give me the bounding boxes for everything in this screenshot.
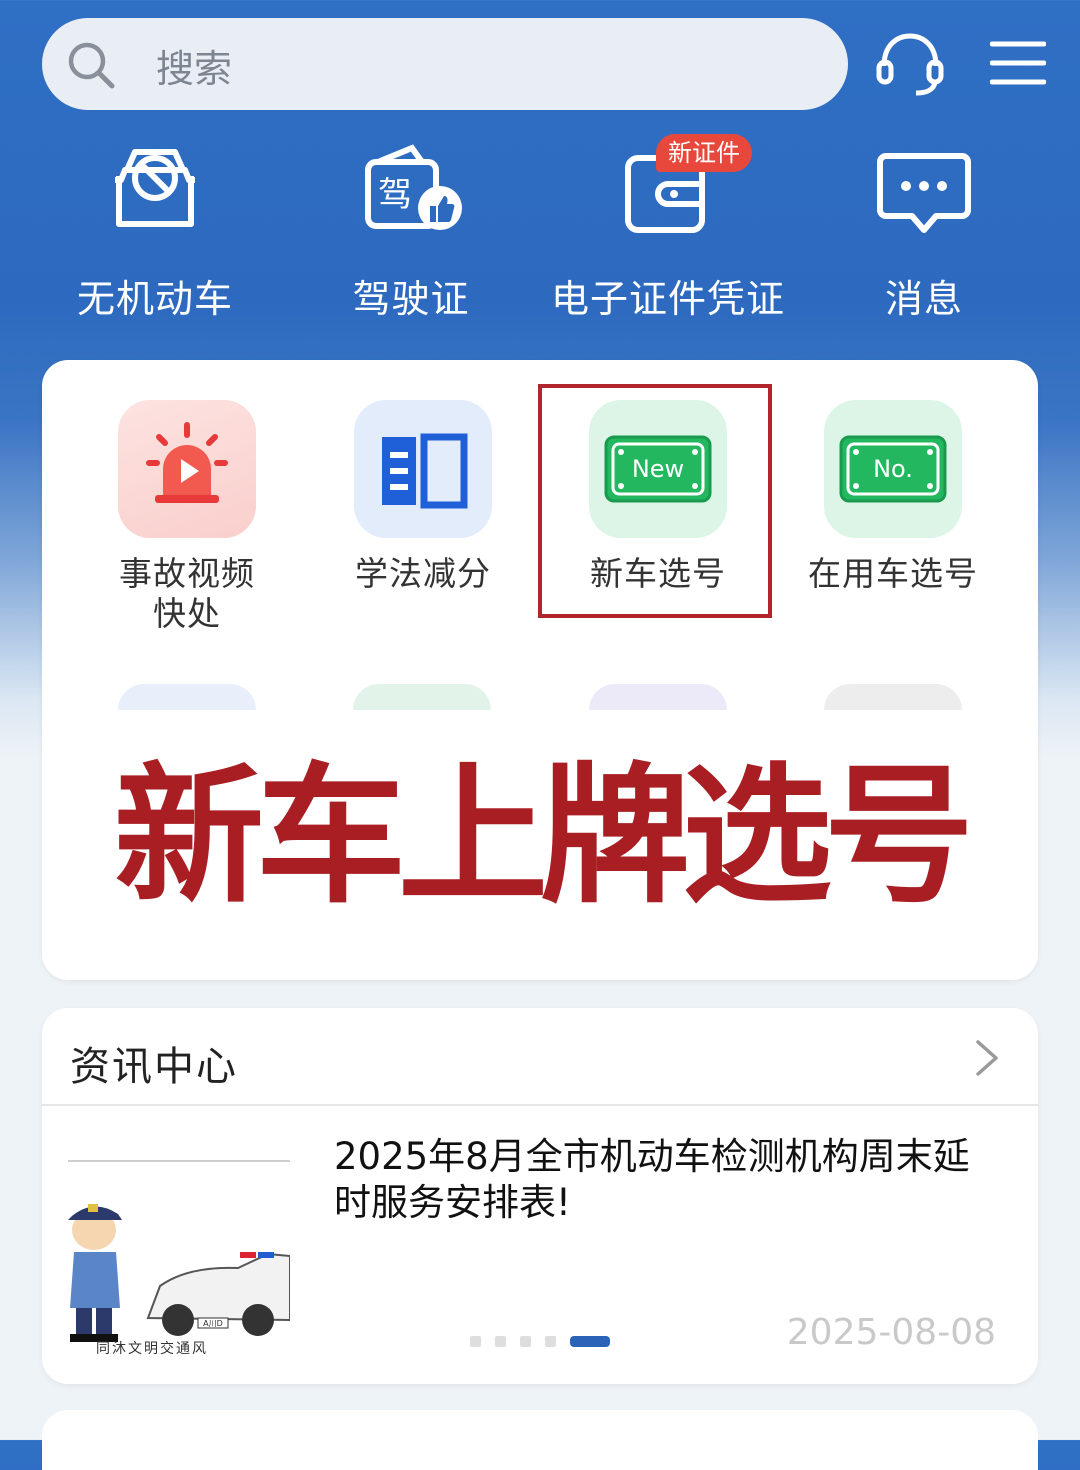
service-used-car-plate-select[interactable]: No. 在用车选号 bbox=[778, 400, 1008, 594]
carousel-dot bbox=[520, 1336, 531, 1347]
search-placeholder: 搜索 bbox=[156, 47, 233, 91]
service-label: 事故视频快处 bbox=[119, 554, 255, 633]
overlay-title: 新车上牌选号 bbox=[113, 750, 974, 924]
highlight-box bbox=[538, 384, 772, 618]
service-tile-peek bbox=[118, 684, 256, 710]
carousel-dot bbox=[545, 1336, 556, 1347]
thumb-plate-text: A川D bbox=[203, 1319, 223, 1328]
next-card-peek bbox=[42, 1410, 1038, 1470]
carousel-dot bbox=[495, 1336, 506, 1347]
news-card: 资讯中心 A川D 同沐文明交通风 2025年8月全市机动车检测机构周末延时服务安… bbox=[42, 1008, 1038, 1384]
carousel-dot bbox=[470, 1336, 481, 1347]
driver-license-icon: 驾 bbox=[361, 140, 462, 240]
book-icon bbox=[354, 400, 492, 538]
news-section-title: 资讯中心 bbox=[70, 1044, 238, 1090]
quick-action-label: 无机动车 bbox=[76, 277, 233, 321]
service-label: 在用车选号 bbox=[808, 554, 978, 593]
service-tile-peek bbox=[353, 684, 491, 710]
news-header[interactable]: 资讯中心 bbox=[42, 1008, 1038, 1106]
quick-action-label: 消息 bbox=[884, 277, 963, 321]
service-tile-peek bbox=[824, 684, 962, 710]
customer-service-headset-icon[interactable] bbox=[874, 30, 946, 104]
news-date: 2025-08-08 bbox=[786, 1312, 996, 1353]
siren-video-icon bbox=[118, 400, 256, 538]
no-vehicle-icon bbox=[105, 140, 205, 240]
no-plate-text: No. bbox=[873, 455, 913, 483]
carousel-indicator bbox=[470, 1336, 610, 1347]
chevron-right-icon[interactable] bbox=[974, 1038, 1000, 1082]
quick-action-messages[interactable]: 消息 bbox=[799, 140, 1049, 323]
news-headline[interactable]: 2025年8月全市机动车检测机构周末延时服务安排表! bbox=[334, 1134, 994, 1226]
thumb-caption: 同沐文明交通风 bbox=[96, 1341, 208, 1357]
news-thumbnail[interactable]: A川D 同沐文明交通风 bbox=[68, 1158, 290, 1357]
svg-text:驾: 驾 bbox=[378, 175, 412, 215]
menu-icon[interactable] bbox=[989, 40, 1047, 90]
service-traffic-law-study[interactable]: 学法减分 bbox=[308, 400, 538, 594]
search-icon bbox=[66, 40, 116, 94]
service-accident-video[interactable]: 事故视频快处 bbox=[72, 400, 302, 634]
quick-action-driver-license[interactable]: 驾 驾驶证 bbox=[286, 140, 536, 323]
no-plate-icon: No. bbox=[824, 400, 962, 538]
quick-action-no-vehicle[interactable]: 无机动车 bbox=[30, 140, 280, 323]
carousel-dot-active bbox=[570, 1336, 610, 1347]
message-icon bbox=[874, 140, 974, 240]
quick-action-label: 驾驶证 bbox=[352, 277, 470, 321]
service-label: 学法减分 bbox=[355, 554, 491, 593]
thumb-divider bbox=[68, 1160, 290, 1162]
quick-action-label: 电子证件凭证 bbox=[550, 277, 785, 321]
new-certificate-badge: 新证件 bbox=[656, 134, 752, 172]
service-tile-peek bbox=[589, 684, 727, 710]
